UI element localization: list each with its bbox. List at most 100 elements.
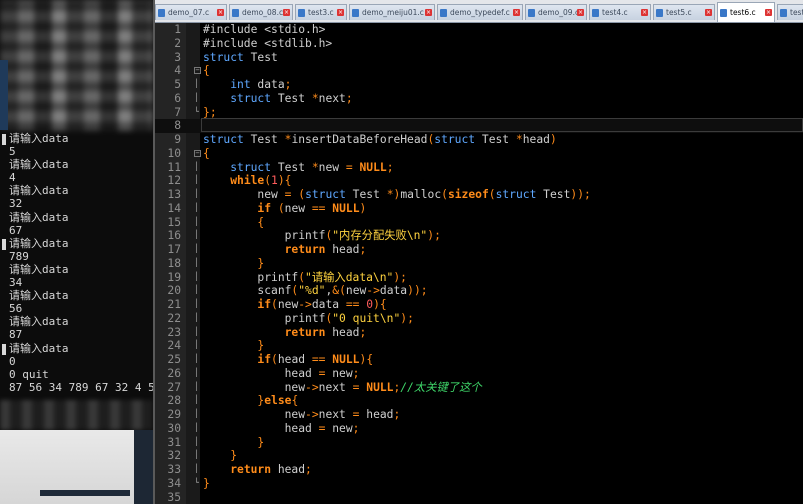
tab-label: demo_typedef.c xyxy=(450,8,510,17)
fold-marker-icon: │ xyxy=(194,92,199,102)
code-line[interactable]: 12 │ while(1){ xyxy=(155,174,803,188)
code-text: while(1){ xyxy=(230,174,292,188)
code-line[interactable]: 8 xyxy=(155,118,803,133)
code-line[interactable]: 18 │ } xyxy=(155,257,803,271)
code-line[interactable]: 26 │ head = new; xyxy=(155,367,803,381)
line-number: 4 xyxy=(174,64,181,78)
console-line: 请输入data xyxy=(9,210,69,224)
code-text: head = new; xyxy=(203,366,360,380)
line-number: 13 xyxy=(167,188,181,201)
close-icon[interactable]: × xyxy=(337,9,344,16)
code-line[interactable]: 11 │ struct Test *new = NULL; xyxy=(155,161,803,175)
code-line[interactable]: 16 │ printf("内存分配失败\n"); xyxy=(155,229,803,243)
console-line: 请输入data xyxy=(9,289,69,303)
code-line[interactable]: 33 │ return head; xyxy=(155,463,803,477)
line-number: 15 xyxy=(167,215,181,229)
close-icon[interactable]: × xyxy=(705,9,712,16)
tab-demo_meiju01-c[interactable]: demo_meiju01.c × xyxy=(349,4,435,20)
blurred-region xyxy=(0,0,153,131)
line-number: 14 xyxy=(167,201,181,215)
console-line: 请输入data xyxy=(9,341,69,355)
fold-marker-icon: │ xyxy=(194,175,199,185)
fold-marker-icon[interactable]: − xyxy=(194,149,201,157)
tab-demo_09-c[interactable]: demo_09.c × xyxy=(525,4,587,20)
desktop-taskbar-fragment xyxy=(40,490,130,496)
code-line[interactable]: 9 struct Test *insertDataBeforeHead(struc… xyxy=(155,133,803,147)
line-number: 3 xyxy=(174,50,181,64)
code-line[interactable]: 29 │ new->next = head; xyxy=(155,408,803,422)
console-line: 请输入data xyxy=(9,262,69,276)
code-line[interactable]: 23 │ return head; xyxy=(155,326,803,340)
tab-label: demo_meiju01.c xyxy=(362,8,424,17)
code-text: struct Test xyxy=(203,50,278,64)
code-line[interactable]: 28 │ }else{ xyxy=(155,394,803,408)
tab-test3-c[interactable]: test3.c × xyxy=(295,4,347,20)
line-number: 24 xyxy=(167,339,181,353)
tab-test4-c[interactable]: test4.c × xyxy=(589,4,651,20)
tab-test6-c[interactable]: test6.c × xyxy=(717,2,775,22)
code-text: } xyxy=(257,435,265,449)
close-icon[interactable]: × xyxy=(577,9,584,16)
fold-marker-icon: │ xyxy=(194,161,199,171)
code-line[interactable]: 34 └} xyxy=(155,477,803,491)
line-number: 11 xyxy=(167,160,181,174)
line-number: 26 xyxy=(167,366,181,380)
close-icon[interactable]: × xyxy=(765,9,772,16)
code-line[interactable]: 32 │ } xyxy=(155,449,803,463)
code-line[interactable]: 2 #include <stdlib.h> xyxy=(155,37,803,51)
code-line[interactable]: 22 │ printf("0 quit\n"); xyxy=(155,312,803,326)
tab-demo_07-c[interactable]: demo_07.c × xyxy=(155,4,227,20)
tab-test7-c[interactable]: test7.c× xyxy=(777,4,803,20)
code-line[interactable]: 17 │ return head; xyxy=(155,243,803,257)
code-line[interactable]: 25 │ if(head == NULL){ xyxy=(155,353,803,367)
tab-label: demo_08.c xyxy=(242,8,284,17)
code-line[interactable]: 3 struct Test xyxy=(155,51,803,65)
code-line[interactable]: 35 xyxy=(155,491,803,504)
code-line[interactable]: 13 │ new = (struct Test *)malloc(sizeof(s… xyxy=(155,188,803,202)
code-line[interactable]: 21 │ if(new->data == 0){ xyxy=(155,298,803,312)
code-text: { xyxy=(257,215,265,229)
code-line[interactable]: 7 └}; xyxy=(155,106,803,120)
code-line[interactable]: 27 │ new->next = NULL;//太关键了这个 xyxy=(155,381,803,395)
fold-marker-icon: │ xyxy=(194,189,199,198)
line-number: 17 xyxy=(167,243,181,256)
desktop-sliver xyxy=(0,60,8,130)
code-line[interactable]: 24 │ } xyxy=(155,339,803,353)
console-line: 4 xyxy=(9,171,16,185)
tab-test5-c[interactable]: test5.c × xyxy=(653,4,715,20)
tab-label: demo_09.c xyxy=(538,8,580,17)
tab-demo_08-c[interactable]: demo_08.c × xyxy=(229,4,293,20)
line-number: 12 xyxy=(167,174,181,188)
code-line[interactable]: 19 │ printf("请输入data\n"); xyxy=(155,271,803,285)
code-line[interactable]: 1 #include <stdio.h> xyxy=(155,23,803,37)
close-icon[interactable]: × xyxy=(283,9,290,16)
code-text: }; xyxy=(203,105,217,119)
console-line: 请输入data xyxy=(9,236,69,250)
code-line[interactable]: 20 │ scanf("%d",&(new->data)); xyxy=(155,284,803,298)
close-icon[interactable]: × xyxy=(425,9,432,16)
line-number: 31 xyxy=(167,435,181,449)
code-editor[interactable]: 1 #include <stdio.h> 2 #include <stdlib.h> 3… xyxy=(155,23,803,504)
fold-marker-icon[interactable]: − xyxy=(194,67,201,75)
console-line: 0 xyxy=(9,354,16,368)
close-icon[interactable]: × xyxy=(513,9,520,16)
code-text: int data; xyxy=(230,78,292,91)
code-line[interactable]: 5 │ int data; xyxy=(155,78,803,92)
fold-marker-icon: │ xyxy=(194,230,199,240)
close-icon[interactable]: × xyxy=(641,9,648,16)
console-line: 87 56 34 789 67 32 4 5 xyxy=(9,380,153,394)
code-line[interactable]: 6 │ struct Test *next; xyxy=(155,92,803,106)
console-line: 请输入data xyxy=(9,132,69,145)
file-icon xyxy=(440,9,447,17)
code-line[interactable]: 4 −{ xyxy=(155,64,803,78)
fold-marker-icon: │ xyxy=(194,422,199,432)
code-line[interactable]: 30 │ head = new; xyxy=(155,422,803,436)
code-line[interactable]: 14 │ if (new == NULL) xyxy=(155,202,803,216)
fold-marker-icon: │ xyxy=(194,285,199,295)
code-area[interactable]: 1 #include <stdio.h> 2 #include <stdlib.h> 3… xyxy=(155,23,803,504)
close-icon[interactable]: × xyxy=(217,9,224,16)
tab-demo_typedef-c[interactable]: demo_typedef.c × xyxy=(437,4,523,20)
code-line[interactable]: 15 │ { xyxy=(155,216,803,230)
code-line[interactable]: 31 │ } xyxy=(155,436,803,450)
code-line[interactable]: 10 −{ xyxy=(155,147,803,161)
